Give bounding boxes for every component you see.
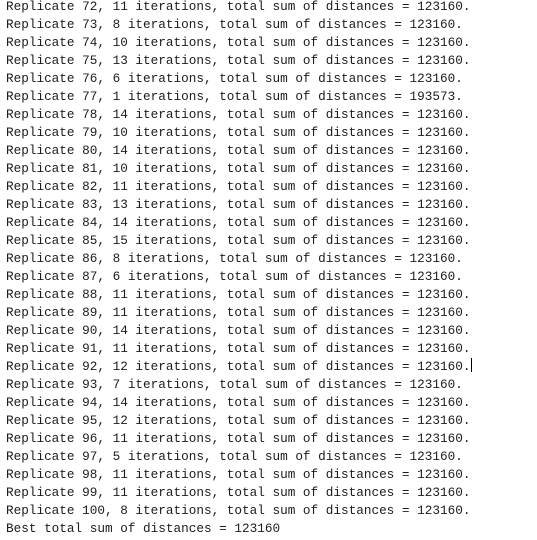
console-line-replicate-85: Replicate 85, 15 iterations, total sum o… — [6, 233, 471, 248]
console-line-replicate-87: Replicate 87, 6 iterations, total sum of… — [6, 269, 463, 284]
console-line-replicate-77: Replicate 77, 1 iterations, total sum of… — [6, 89, 463, 104]
console-line-replicate-96: Replicate 96, 11 iterations, total sum o… — [6, 431, 471, 446]
console-line-replicate-97: Replicate 97, 5 iterations, total sum of… — [6, 449, 463, 464]
console-output[interactable]: Replicate 72, 11 iterations, total sum o… — [0, 0, 537, 540]
console-line-replicate-86: Replicate 86, 8 iterations, total sum of… — [6, 251, 463, 266]
console-line-best-total: Best total sum of distances = 123160 — [6, 521, 281, 536]
console-line-replicate-89: Replicate 89, 11 iterations, total sum o… — [6, 305, 471, 320]
console-line-replicate-72: Replicate 72, 11 iterations, total sum o… — [6, 0, 471, 14]
console-line-replicate-73: Replicate 73, 8 iterations, total sum of… — [6, 17, 463, 32]
console-line-replicate-95: Replicate 95, 12 iterations, total sum o… — [6, 413, 471, 428]
console-line-replicate-88: Replicate 88, 11 iterations, total sum o… — [6, 287, 471, 302]
console-line-replicate-80: Replicate 80, 14 iterations, total sum o… — [6, 143, 471, 158]
console-line-text: Replicate 92, 12 iterations, total sum o… — [6, 359, 471, 374]
console-line-replicate-93: Replicate 93, 7 iterations, total sum of… — [6, 377, 463, 392]
console-line-replicate-98: Replicate 98, 11 iterations, total sum o… — [6, 467, 471, 482]
console-line-replicate-83: Replicate 83, 13 iterations, total sum o… — [6, 197, 471, 212]
console-line-replicate-94: Replicate 94, 14 iterations, total sum o… — [6, 395, 471, 410]
console-line-replicate-82: Replicate 82, 11 iterations, total sum o… — [6, 179, 471, 194]
text-cursor — [471, 358, 473, 372]
console-line-replicate-76: Replicate 76, 6 iterations, total sum of… — [6, 71, 463, 86]
console-line-replicate-75: Replicate 75, 13 iterations, total sum o… — [6, 53, 471, 68]
console-line-replicate-81: Replicate 81, 10 iterations, total sum o… — [6, 161, 471, 176]
console-lines: Replicate 72, 11 iterations, total sum o… — [6, 0, 473, 538]
console-line-replicate-79: Replicate 79, 10 iterations, total sum o… — [6, 125, 471, 140]
console-line-replicate-100: Replicate 100, 8 iterations, total sum o… — [6, 503, 471, 518]
console-line-replicate-74: Replicate 74, 10 iterations, total sum o… — [6, 35, 471, 50]
console-line-replicate-90: Replicate 90, 14 iterations, total sum o… — [6, 323, 471, 338]
console-line-replicate-78: Replicate 78, 14 iterations, total sum o… — [6, 107, 471, 122]
console-line-replicate-84: Replicate 84, 14 iterations, total sum o… — [6, 215, 471, 230]
console-line-replicate-91: Replicate 91, 11 iterations, total sum o… — [6, 341, 471, 356]
console-line-replicate-92: Replicate 92, 12 iterations, total sum o… — [6, 358, 473, 376]
console-line-replicate-99: Replicate 99, 11 iterations, total sum o… — [6, 485, 471, 500]
